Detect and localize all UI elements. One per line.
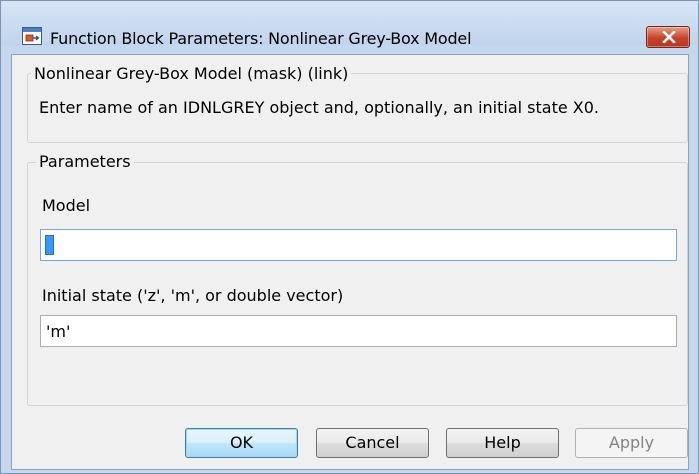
parameters-group [27, 162, 688, 406]
ok-button[interactable]: OK [185, 428, 298, 458]
close-button[interactable] [646, 26, 690, 48]
simulink-block-icon [22, 27, 42, 45]
dialog-window: Function Block Parameters: Nonlinear Gre… [0, 0, 699, 474]
mask-description-text: Enter name of an IDNLGREY object and, op… [39, 98, 599, 117]
initial-state-input[interactable] [40, 315, 677, 347]
parameters-group-legend: Parameters [36, 152, 134, 171]
model-input[interactable] [40, 229, 677, 261]
initial-state-label: Initial state ('z', 'm', or double vecto… [42, 286, 344, 305]
mask-group-legend: Nonlinear Grey-Box Model (mask) (link) [31, 64, 352, 83]
dialog-client-area: Nonlinear Grey-Box Model (mask) (link) E… [11, 54, 689, 470]
model-label: Model [42, 196, 91, 215]
cancel-button[interactable]: Cancel [316, 428, 429, 458]
close-icon [662, 31, 676, 43]
title-bar[interactable]: Function Block Parameters: Nonlinear Gre… [1, 1, 698, 48]
window-title: Function Block Parameters: Nonlinear Gre… [50, 29, 472, 48]
apply-button[interactable]: Apply [575, 428, 688, 458]
text-selection-caret [45, 235, 54, 255]
help-button[interactable]: Help [446, 428, 559, 458]
